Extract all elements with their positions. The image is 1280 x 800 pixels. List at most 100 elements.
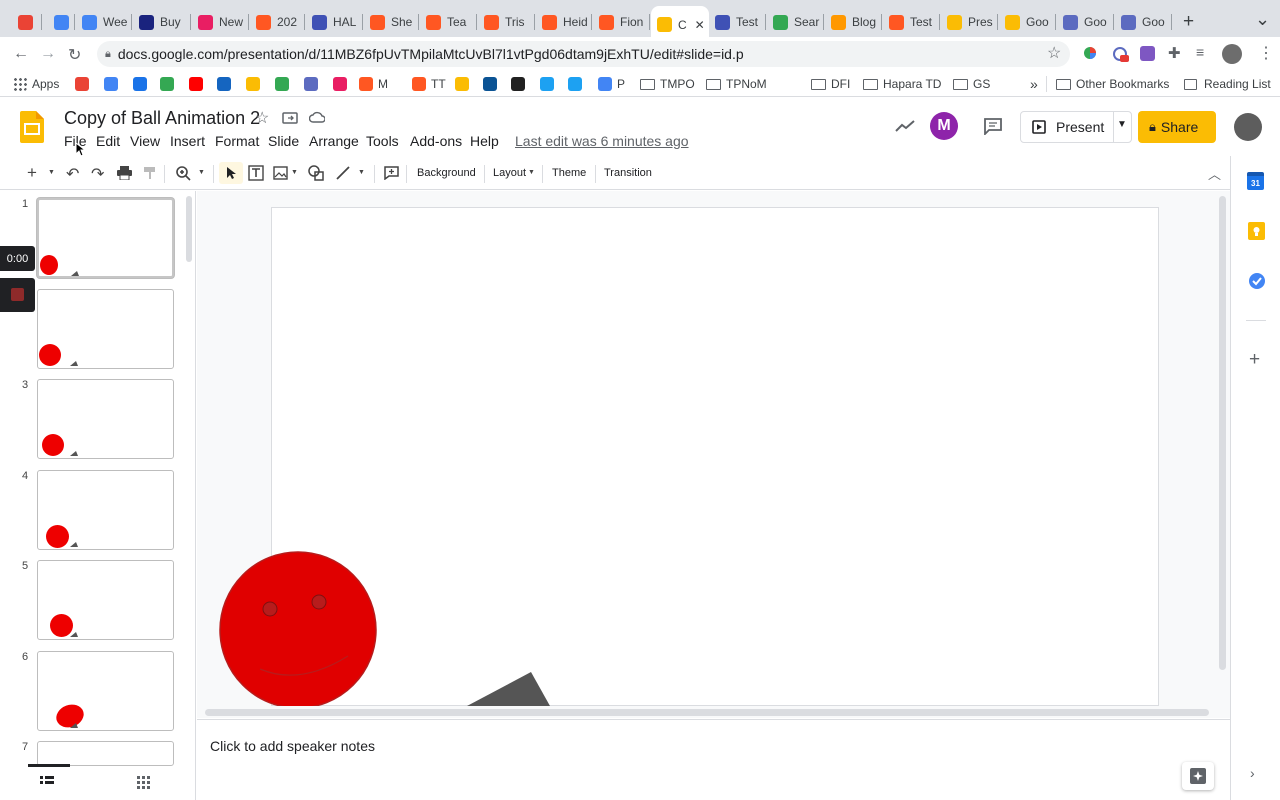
line-dropdown-icon[interactable]: ▼ [358, 169, 365, 176]
browser-tab[interactable]: Goo [1057, 8, 1114, 36]
browser-tab[interactable]: Fion [593, 8, 650, 36]
extension-badge-icon[interactable] [1111, 45, 1129, 63]
bookmark-folder[interactable]: TMPO [640, 76, 695, 92]
back-icon[interactable]: ← [13, 45, 29, 63]
get-addons-icon[interactable]: + [1249, 349, 1260, 371]
tab-search-icon[interactable]: ⌄ [1255, 9, 1270, 30]
puzzle-extensions-icon[interactable]: ✚ [1168, 44, 1181, 62]
explore-button[interactable] [1182, 762, 1214, 790]
menu-format[interactable]: Format [215, 133, 259, 149]
undo-icon[interactable]: ↶ [66, 164, 79, 184]
slide-thumbnail[interactable] [37, 470, 174, 550]
menu-help[interactable]: Help [470, 133, 499, 149]
theme-button[interactable]: Theme [552, 167, 586, 179]
menu-view[interactable]: View [130, 133, 160, 149]
image-dropdown-icon[interactable]: ▼ [291, 169, 298, 176]
bookmark-item[interactable]: M [359, 76, 388, 92]
bookmark-item[interactable] [540, 76, 559, 92]
menu-slide[interactable]: Slide [268, 133, 299, 149]
bookmark-folder[interactable]: GS [953, 76, 990, 92]
add-comment-icon[interactable] [384, 166, 399, 180]
expand-side-panel-icon[interactable]: › [1250, 765, 1255, 781]
vertical-scrollbar[interactable] [1219, 196, 1226, 670]
filmstrip-scrollbar[interactable] [186, 196, 192, 262]
speaker-notes-input[interactable]: Click to add speaker notes [210, 738, 375, 754]
bookmark-item[interactable] [568, 76, 587, 92]
redo-icon[interactable]: ↷ [91, 164, 104, 184]
browser-tab[interactable]: Tris [478, 8, 535, 36]
browser-tab[interactable]: Blog [825, 8, 882, 36]
line-icon[interactable] [336, 166, 350, 180]
ramp-triangle[interactable] [467, 672, 550, 706]
bookmark-folder[interactable]: TPNoM [706, 76, 767, 92]
layout-button[interactable]: Layout [493, 167, 526, 179]
slide-thumbnail[interactable] [37, 198, 174, 278]
bookmark-item[interactable] [189, 76, 208, 92]
browser-tab[interactable]: Test [709, 8, 766, 36]
keep-addon-icon[interactable] [1248, 222, 1265, 240]
paint-format-icon[interactable] [143, 166, 157, 180]
filmstrip-view-icon[interactable] [40, 776, 54, 788]
url-omnibox[interactable]: 🔒︎ docs.google.com/presentation/d/11MBZ6… [97, 41, 1070, 67]
color-extension-icon[interactable] [1083, 46, 1097, 60]
bookmark-item[interactable] [104, 76, 123, 92]
bookmark-item[interactable] [246, 76, 265, 92]
browser-tab[interactable]: Pres [941, 8, 998, 36]
text-box-icon[interactable] [248, 165, 264, 181]
addon-m-icon[interactable]: M [930, 112, 958, 140]
zoom-icon[interactable] [176, 166, 191, 181]
bookmark-item[interactable] [160, 76, 179, 92]
media-control-icon[interactable]: ≡ [1196, 44, 1204, 60]
new-slide-icon[interactable]: + [27, 163, 37, 183]
browser-tab[interactable]: Test [883, 8, 940, 36]
recording-stop-button[interactable] [0, 278, 35, 312]
bookmark-item[interactable]: TT [412, 76, 446, 92]
slide-thumbnail[interactable] [37, 560, 174, 640]
menu-edit[interactable]: Edit [96, 133, 120, 149]
menu-tools[interactable]: Tools [366, 133, 399, 149]
print-icon[interactable] [117, 166, 132, 180]
move-folder-icon[interactable] [282, 111, 298, 124]
document-title[interactable]: Copy of Ball Animation 2 [64, 108, 260, 129]
shape-icon[interactable] [308, 165, 325, 181]
calendar-addon-icon[interactable]: 31 [1247, 172, 1264, 190]
bookmark-item[interactable] [483, 76, 502, 92]
browser-menu-icon[interactable]: ⋮ [1258, 43, 1274, 63]
menu-insert[interactable]: Insert [170, 133, 205, 149]
browser-tab[interactable]: Goo [1115, 8, 1172, 36]
browser-tab[interactable]: Buy [133, 8, 191, 36]
slide-thumbnail[interactable] [37, 741, 174, 766]
browser-tab[interactable]: Wee [76, 8, 132, 36]
browser-tab[interactable]: Tea [420, 8, 477, 36]
new-slide-dropdown-icon[interactable]: ▼ [48, 169, 55, 176]
present-button[interactable]: Present [1021, 112, 1113, 142]
bookmark-folder[interactable]: DFI [811, 76, 850, 92]
background-button[interactable]: Background [417, 167, 476, 179]
account-avatar[interactable] [1234, 113, 1262, 141]
tasks-addon-icon[interactable] [1248, 272, 1266, 290]
collapse-toolbar-icon[interactable]: ︿ [1208, 164, 1221, 183]
activity-dashboard-icon[interactable] [895, 119, 915, 133]
browser-tab[interactable]: HAL [306, 8, 363, 36]
reload-icon[interactable]: ↻ [68, 45, 81, 65]
slide-thumbnail[interactable] [37, 651, 174, 731]
browser-tab[interactable]: She [364, 8, 419, 36]
menu-arrange[interactable]: Arrange [309, 133, 359, 149]
bookmarks-overflow-button[interactable]: » [1030, 76, 1038, 92]
bookmark-item[interactable] [75, 76, 94, 92]
bookmark-item[interactable] [511, 76, 530, 92]
browser-tab[interactable] [12, 8, 42, 36]
horizontal-scrollbar[interactable] [205, 709, 1209, 716]
last-edit-link[interactable]: Last edit was 6 minutes ago [515, 133, 689, 149]
comments-icon[interactable] [983, 117, 1003, 135]
slide-thumbnail[interactable] [37, 289, 174, 369]
layout-dropdown-icon[interactable]: ▼ [528, 169, 535, 176]
bookmark-item[interactable] [275, 76, 294, 92]
new-tab-button[interactable]: + [1183, 11, 1194, 33]
profile-avatar[interactable] [1222, 44, 1242, 64]
reading-list[interactable]: Reading List [1184, 76, 1271, 92]
bookmark-folder[interactable]: Hapara TD [863, 76, 941, 92]
share-button[interactable]: 🔒︎ Share [1138, 111, 1216, 143]
bookmark-star-icon[interactable]: ☆ [1047, 43, 1061, 63]
bookmark-item[interactable] [333, 76, 352, 92]
